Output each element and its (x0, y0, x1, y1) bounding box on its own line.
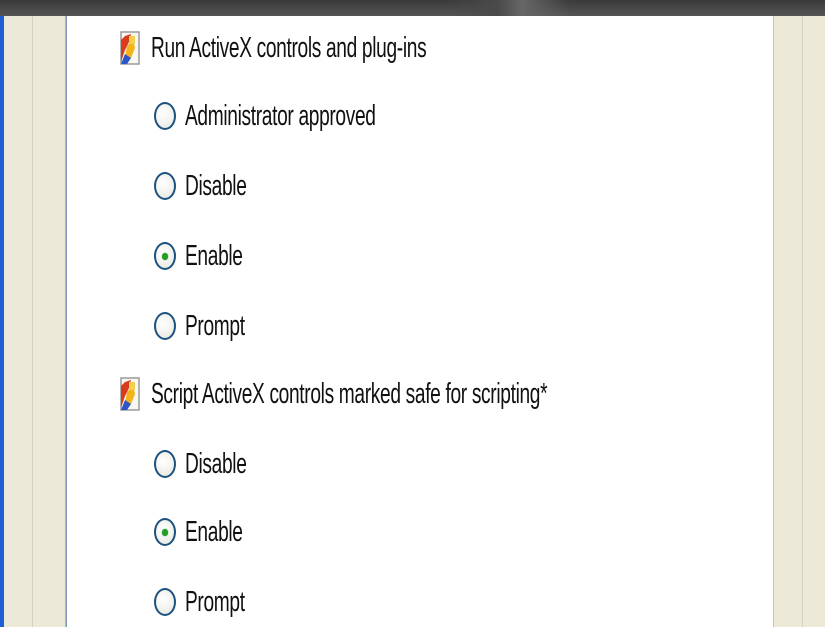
radio-selected-dot (162, 529, 168, 536)
option-label[interactable]: Enable (185, 516, 243, 549)
radio-button-selected[interactable] (154, 242, 176, 270)
option-enable[interactable]: Enable (154, 512, 272, 552)
title-bar (0, 0, 825, 16)
option-label[interactable]: Disable (185, 448, 247, 481)
option-label[interactable]: Enable (185, 240, 243, 273)
radio-selected-dot (162, 253, 168, 260)
radio-button[interactable] (154, 450, 176, 478)
security-settings-list[interactable]: Run ActiveX controls and plug-ins Admini… (66, 16, 825, 627)
option-label[interactable]: Prompt (185, 586, 245, 619)
radio-button-selected[interactable] (154, 518, 176, 546)
option-disable[interactable]: Disable (154, 444, 278, 484)
option-label[interactable]: Disable (185, 170, 247, 203)
title-bar-accent (450, 0, 570, 16)
setting-label: Run ActiveX controls and plug-ins (151, 31, 427, 64)
radio-button[interactable] (154, 588, 176, 616)
settings-page-icon (115, 374, 143, 414)
settings-page-icon (115, 28, 143, 68)
radio-button[interactable] (154, 172, 176, 200)
right-panel (773, 16, 825, 627)
option-enable[interactable]: Enable (154, 236, 272, 276)
option-administrator-approved[interactable]: Administrator approved (154, 96, 474, 136)
option-prompt[interactable]: Prompt (154, 306, 275, 346)
setting-label: Script ActiveX controls marked safe for … (151, 377, 548, 410)
setting-header-run-activex: Run ActiveX controls and plug-ins (115, 28, 568, 68)
left-panel (4, 16, 66, 627)
radio-button[interactable] (154, 312, 176, 340)
option-label[interactable]: Prompt (185, 310, 245, 343)
radio-button[interactable] (154, 102, 176, 130)
option-disable[interactable]: Disable (154, 166, 278, 206)
setting-header-script-activex: Script ActiveX controls marked safe for … (115, 374, 751, 414)
option-prompt[interactable]: Prompt (154, 582, 275, 622)
option-label[interactable]: Administrator approved (185, 100, 376, 133)
